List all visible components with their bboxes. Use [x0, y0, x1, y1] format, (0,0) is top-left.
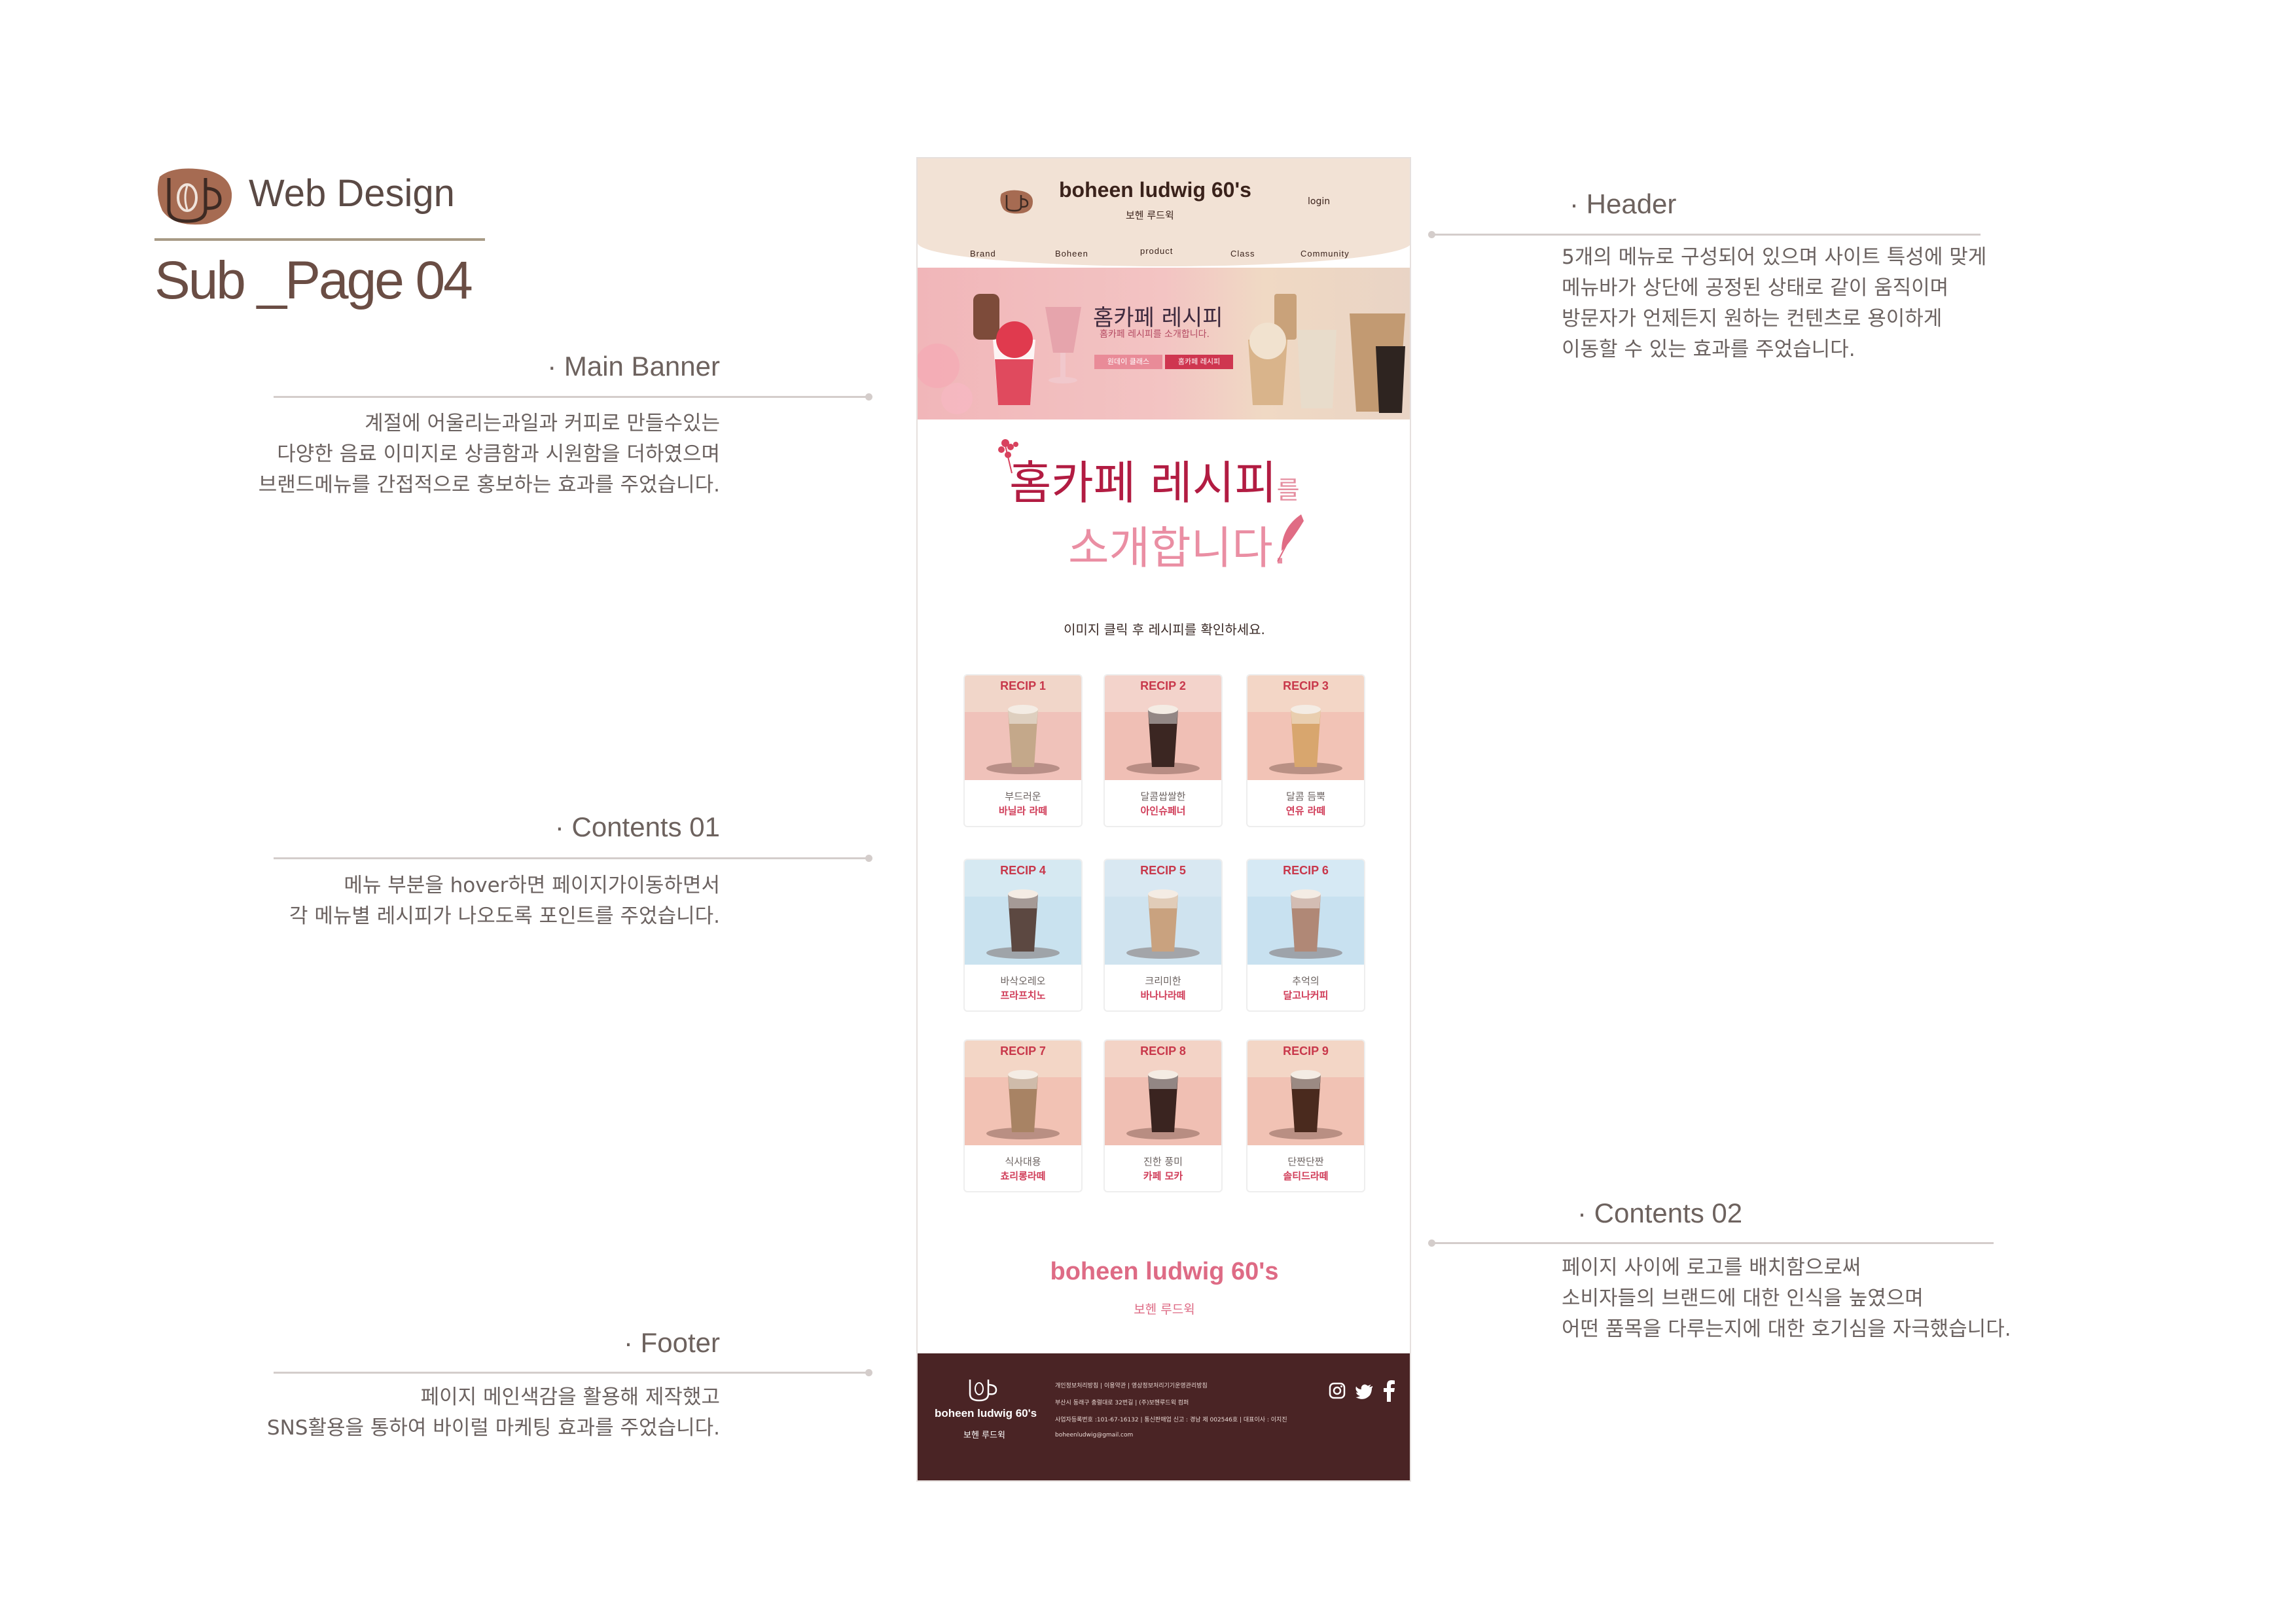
annotation-main-banner-line: [274, 396, 869, 398]
banner-homecafe-recipe-button[interactable]: 홈카페 레시피: [1165, 355, 1233, 369]
footer-email: boheenludwig@gmail.com: [1055, 1432, 1134, 1438]
headline-homecafe-recipe: 홈카페 레시피를: [1009, 446, 1300, 512]
login-link[interactable]: login: [1308, 196, 1330, 207]
annotation-main-banner-text: 계절에 어울리는과일과 커피로 만들수있는 다양한 음료 이미지로 상큼함과 시…: [258, 412, 720, 497]
annotation-header-line: [1431, 234, 1981, 236]
recipe-card-name: 아인슈페너: [1140, 805, 1186, 817]
recipe-card[interactable]: RECIP 4 바삭오레오프라프치노: [963, 859, 1083, 1012]
recipe-card-description: 식사대용: [1005, 1156, 1041, 1168]
recipe-card-description: 부드러운: [1005, 791, 1041, 802]
annotation-footer-title: · Footer: [623, 1327, 720, 1358]
recipe-card-label: RECIP 9: [1283, 1044, 1329, 1058]
annotation-contents02-text: 페이지 사이에 로고를 배치함으로써 소비자들의 브랜드에 대한 인식을 높였으…: [1562, 1256, 2011, 1341]
recipe-card-description: 바삭오레오: [1000, 975, 1046, 987]
annotation-contents02-line: [1431, 1242, 1994, 1244]
footer-brand-name: boheen ludwig 60's: [935, 1407, 1037, 1419]
site-brand-name[interactable]: boheen ludwig 60's: [1059, 178, 1251, 202]
recipe-card-name: 바닐라 라떼: [998, 805, 1048, 817]
recipe-card-description: 크리미한: [1145, 975, 1181, 987]
recipe-card[interactable]: RECIP 3 달콤 듬뿍연유 라떼: [1246, 674, 1365, 827]
annotation-contents01-dot: [865, 855, 872, 862]
page-mockup: boheen ludwig 60's 보헨 루드윅 login Brand Bo…: [916, 157, 1411, 1482]
recipe-card-label: RECIP 8: [1140, 1044, 1186, 1058]
annotation-header-title: · Header: [1570, 188, 1677, 219]
footer-address: 부산시 동래구 충렬대로 32번길 | (주)보헨루드윅 컴퍼: [1055, 1400, 1189, 1406]
recipe-card-label: RECIP 4: [1000, 864, 1046, 877]
recipe-card-description: 단짠단짠: [1287, 1156, 1324, 1168]
recipe-card-label: RECIP 6: [1283, 864, 1329, 877]
recipe-card-description: 진한 풍미: [1143, 1156, 1183, 1168]
nav-item-boheen[interactable]: Boheen: [1055, 249, 1088, 259]
recipe-card[interactable]: RECIP 9 단짠단짠솔티드라떼: [1246, 1039, 1365, 1192]
page-title: Sub _Page 04: [154, 251, 473, 310]
recipe-card[interactable]: RECIP 1 부드러운바닐라 라떼: [963, 674, 1083, 827]
recipe-card-label: RECIP 1: [1000, 679, 1046, 692]
recipe-card[interactable]: RECIP 8 진한 풍미카페 모카: [1103, 1039, 1223, 1192]
recipe-card[interactable]: RECIP 6 추억의달고나커피: [1246, 859, 1365, 1012]
footer-business-info: 사업자등록번호 :101-67-16132 | 통신판매업 신고 : 경남 제 …: [1055, 1417, 1287, 1423]
annotation-main-banner-dot: [865, 393, 872, 401]
annotation-footer-dot: [865, 1369, 872, 1376]
facebook-icon[interactable]: [1381, 1380, 1397, 1402]
annotation-contents02-title: · Contents 02: [1577, 1198, 1743, 1228]
recipe-card-name: 달고나커피: [1283, 990, 1329, 1001]
recipe-card[interactable]: RECIP 5 크리미한바나나라떼: [1103, 859, 1223, 1012]
recipe-card-label: RECIP 3: [1283, 679, 1329, 692]
recipe-card-name: 연유 라떼: [1285, 805, 1326, 817]
coffee-cup-logo-icon[interactable]: [999, 187, 1035, 216]
instruction-text: 이미지 클릭 후 레시피를 확인하세요.: [1064, 622, 1265, 637]
annotation-header-text: 5개의 메뉴로 구성되어 있으며 사이트 특성에 맞게 메뉴바가 상단에 공정된…: [1562, 245, 1987, 361]
nav-item-product[interactable]: product: [1140, 246, 1173, 256]
annotation-contents01-line: [274, 857, 869, 859]
brand-logo-divider: boheen ludwig 60's: [1050, 1258, 1279, 1285]
recipe-card-label: RECIP 7: [1000, 1044, 1046, 1058]
recipe-card-label: RECIP 2: [1140, 679, 1186, 692]
nav-item-class[interactable]: Class: [1230, 249, 1255, 259]
recipe-card-label: RECIP 5: [1140, 864, 1186, 877]
banner-drinks-illustration: [918, 294, 1405, 414]
nav-item-community[interactable]: Community: [1300, 249, 1350, 259]
recipe-card-name: 솔티드라떼: [1283, 1170, 1329, 1182]
recipe-card-name: 카페 모카: [1143, 1170, 1183, 1182]
section-heading: Web Design: [249, 172, 455, 215]
instagram-icon[interactable]: [1327, 1381, 1347, 1400]
headline-main-text: 홈카페 레시피: [1009, 456, 1277, 510]
recipe-card-description: 달콤쌉쌀한: [1140, 791, 1186, 802]
feather-icon: [1277, 514, 1304, 562]
annotation-footer-line: [274, 1372, 869, 1374]
headline-particle: 를: [1276, 476, 1300, 505]
annotation-contents01-title: · Contents 01: [554, 812, 720, 842]
coffee-cup-logo-icon: [157, 168, 232, 225]
headline-introduce: 소개합니다.: [1068, 523, 1287, 575]
recipe-card-name: 프라프치노: [1000, 990, 1046, 1001]
recipe-card-name: 쵸리롱라떼: [1000, 1170, 1046, 1182]
annotation-footer-text: 페이지 메인색감을 활용해 제작했고 SNS활용을 통하여 바이럴 마케팅 효과…: [266, 1385, 720, 1440]
recipe-card[interactable]: RECIP 7 식사대용쵸리롱라떼: [963, 1039, 1083, 1192]
banner-subtitle: 홈카페 레시피를 소개합니다.: [1100, 329, 1210, 340]
twitter-icon[interactable]: [1355, 1381, 1374, 1400]
footer-brand-korean: 보헨 루드윅: [963, 1431, 1005, 1440]
brand-logo-korean: 보헨 루드윅: [1134, 1302, 1195, 1317]
site-brand-korean: 보헨 루드윅: [1126, 209, 1174, 221]
recipe-card-description: 추억의: [1292, 975, 1319, 987]
nav-item-brand[interactable]: Brand: [970, 249, 996, 259]
recipe-card-description: 달콤 듬뿍: [1286, 791, 1325, 802]
recipe-card-name: 바나나라떼: [1140, 990, 1186, 1001]
footer-policy-links[interactable]: 개인정보처리방침 | 이용약관 | 영상정보처리기기운영관리방침: [1055, 1381, 1208, 1389]
recipe-card[interactable]: RECIP 2 달콤쌉쌀한아인슈페너: [1103, 674, 1223, 827]
coffee-cup-logo-icon: [969, 1380, 997, 1402]
banner-oneday-class-button[interactable]: 원데이 클래스: [1094, 355, 1162, 369]
annotation-main-banner-title: · Main Banner: [547, 351, 720, 382]
annotation-contents01-text: 메뉴 부분을 hover하면 페이지가이동하면서 각 메뉴별 레시피가 나오도록…: [289, 874, 720, 928]
title-divider: [154, 238, 485, 241]
